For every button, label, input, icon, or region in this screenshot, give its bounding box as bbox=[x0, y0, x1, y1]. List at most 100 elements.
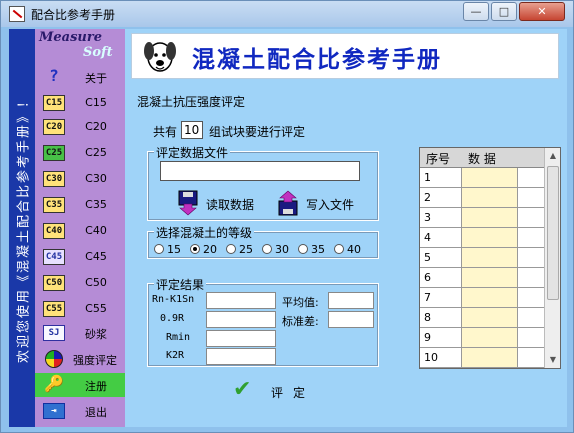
write-file-label: 写入文件 bbox=[306, 198, 355, 212]
table-scrollbar[interactable]: ▲ ▼ bbox=[544, 148, 560, 368]
result-group: 评定结果 Rn-K1Sn 0.9R Rmin K2R 平均值: 标准差: bbox=[147, 276, 379, 367]
radio-dot bbox=[334, 244, 344, 254]
sidebar-item-c30[interactable]: C30 C30 bbox=[35, 167, 125, 191]
table-header: 序号 数 据 bbox=[420, 148, 544, 168]
data-cell[interactable] bbox=[462, 348, 518, 367]
c40-folder-icon: C40 bbox=[43, 223, 65, 239]
scrollbar-thumb[interactable] bbox=[547, 166, 559, 300]
data-file-group: 评定数据文件 读取数据 写入文件 bbox=[147, 144, 379, 221]
sidebar-item-label: C40 bbox=[85, 224, 107, 237]
welcome-banner-text: 欢迎您使用《混凝土配合比参考手册》！ bbox=[16, 92, 32, 364]
data-cell[interactable] bbox=[462, 228, 518, 247]
row-index: 10 bbox=[420, 348, 462, 367]
sidebar-item-label: C50 bbox=[85, 276, 107, 289]
rn-k1sn-label: Rn-K1Sn bbox=[152, 294, 195, 305]
sidebar-item-label: C15 bbox=[85, 96, 107, 109]
c20-folder-icon: C20 bbox=[43, 119, 65, 135]
maximize-button[interactable]: □ bbox=[491, 2, 517, 21]
sidebar-item-label: C35 bbox=[85, 198, 107, 211]
disk-upload-icon bbox=[278, 190, 298, 216]
grade-radio-20[interactable]: 20 bbox=[190, 243, 217, 256]
exit-icon: ⇥ bbox=[43, 403, 65, 419]
radio-dot bbox=[226, 244, 236, 254]
sidebar-item-c55[interactable]: C55 C55 bbox=[35, 297, 125, 321]
row-index: 6 bbox=[420, 268, 462, 287]
data-cell[interactable] bbox=[462, 208, 518, 227]
close-button[interactable]: ✕ bbox=[519, 2, 565, 21]
row-index: 5 bbox=[420, 248, 462, 267]
c55-folder-icon: C55 bbox=[43, 301, 65, 317]
logo-line1: Measure bbox=[39, 30, 102, 45]
sidebar-item-label: 强度评定 bbox=[73, 354, 117, 367]
data-cell[interactable] bbox=[462, 328, 518, 347]
k2r-field bbox=[206, 348, 276, 365]
data-cell[interactable] bbox=[462, 308, 518, 327]
table-row: 1 bbox=[420, 168, 544, 188]
sidebar-item-c20[interactable]: C20 C20 bbox=[35, 115, 125, 139]
grade-radio-30[interactable]: 30 bbox=[262, 243, 289, 256]
data-cell[interactable] bbox=[462, 188, 518, 207]
dog-mascot-icon bbox=[144, 42, 176, 72]
column-header-index: 序号 bbox=[426, 152, 451, 166]
specimen-count-input[interactable]: 10 bbox=[181, 121, 203, 139]
data-cell[interactable] bbox=[462, 248, 518, 267]
help-icon: ? bbox=[49, 66, 59, 85]
key-icon: 🔑 bbox=[44, 374, 64, 393]
scroll-down-icon[interactable]: ▼ bbox=[545, 352, 561, 368]
sidebar-item-label: C30 bbox=[85, 172, 107, 185]
sidebar-item-register[interactable]: 🔑 注册 bbox=[35, 373, 125, 397]
write-file-button[interactable]: 写入文件 bbox=[278, 190, 368, 216]
grade-group-title: 选择混凝土的等级 bbox=[154, 224, 255, 241]
row-index: 9 bbox=[420, 328, 462, 347]
grade-radio-25[interactable]: 25 bbox=[226, 243, 253, 256]
sidebar-item-exit[interactable]: ⇥ 退出 bbox=[35, 399, 125, 423]
r09-field bbox=[206, 311, 276, 328]
disk-download-icon bbox=[178, 190, 198, 216]
column-header-data: 数 据 bbox=[468, 152, 496, 166]
table-row: 10 bbox=[420, 348, 544, 368]
c35-folder-icon: C35 bbox=[43, 197, 65, 213]
sidebar-item-c50[interactable]: C50 C50 bbox=[35, 271, 125, 295]
sidebar-item-mortar[interactable]: SJ 砂浆 bbox=[35, 321, 125, 345]
data-cell[interactable] bbox=[462, 168, 518, 187]
sidebar-item-c25[interactable]: C25 C25 bbox=[35, 141, 125, 165]
app-icon bbox=[9, 6, 25, 22]
rmin-label: Rmin bbox=[166, 332, 191, 343]
sidebar-item-label: 砂浆 bbox=[85, 328, 107, 341]
window-title: 配合比参考手册 bbox=[31, 8, 116, 22]
title-bar: 配合比参考手册 — □ ✕ bbox=[1, 1, 573, 27]
table-row: 4 bbox=[420, 228, 544, 248]
sidebar-item-label: 退出 bbox=[85, 406, 107, 419]
sidebar-item-c40[interactable]: C40 C40 bbox=[35, 219, 125, 243]
radio-label: 20 bbox=[203, 243, 217, 256]
sidebar-item-about[interactable]: ? 关于 bbox=[35, 65, 125, 89]
sidebar-item-c35[interactable]: C35 C35 bbox=[35, 193, 125, 217]
sidebar-item-label: 关于 bbox=[85, 72, 107, 85]
data-cell[interactable] bbox=[462, 268, 518, 287]
minimize-button[interactable]: — bbox=[463, 2, 489, 21]
table-row: 5 bbox=[420, 248, 544, 268]
sidebar-item-c15[interactable]: C15 C15 bbox=[35, 91, 125, 115]
grade-radio-15[interactable]: 15 bbox=[154, 243, 181, 256]
data-cell[interactable] bbox=[462, 288, 518, 307]
c30-folder-icon: C30 bbox=[43, 171, 65, 187]
sidebar-item-c45[interactable]: C45 C45 bbox=[35, 245, 125, 269]
scroll-up-icon[interactable]: ▲ bbox=[545, 148, 561, 164]
grade-radio-40[interactable]: 40 bbox=[334, 243, 361, 256]
row-index: 8 bbox=[420, 308, 462, 327]
main-panel: 混凝土配合比参考手册 混凝土抗压强度评定 共有 10 组试块要进行评定 评定数据… bbox=[125, 29, 567, 427]
radio-dot bbox=[262, 244, 272, 254]
sidebar-item-strength-evaluation[interactable]: 强度评定 bbox=[35, 347, 125, 371]
table-row: 7 bbox=[420, 288, 544, 308]
average-field bbox=[328, 292, 374, 309]
read-data-button[interactable]: 读取数据 bbox=[178, 190, 268, 216]
table-row: 8 bbox=[420, 308, 544, 328]
std-dev-label: 标准差: bbox=[282, 315, 319, 328]
data-file-input[interactable] bbox=[160, 161, 360, 181]
checkmark-icon: ✔ bbox=[233, 377, 252, 402]
count-prefix: 共有 bbox=[153, 125, 178, 139]
grade-radio-35[interactable]: 35 bbox=[298, 243, 325, 256]
row-index: 3 bbox=[420, 208, 462, 227]
sidebar-item-label: 注册 bbox=[85, 380, 107, 393]
radio-dot bbox=[190, 244, 200, 254]
